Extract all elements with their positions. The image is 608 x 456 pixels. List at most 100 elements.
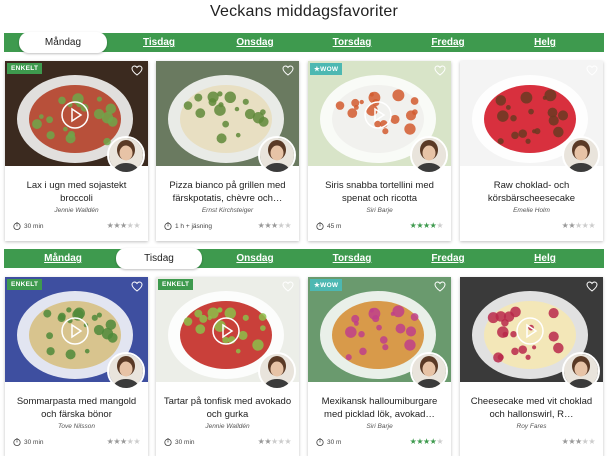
recipe-card[interactable]: Pizza bianco på grillen med färskpotatis… bbox=[156, 61, 299, 241]
star-icon: ★ bbox=[113, 437, 120, 446]
recipe-title[interactable]: Siris snabba tortellini med spenat och r… bbox=[314, 180, 445, 205]
star-icon: ★ bbox=[284, 221, 291, 230]
recipe-author: Emelie Holm bbox=[513, 207, 550, 214]
star-icon: ★ bbox=[588, 437, 595, 446]
star-icon: ★ bbox=[568, 221, 575, 230]
timer-icon bbox=[316, 438, 324, 446]
play-icon[interactable] bbox=[61, 317, 89, 345]
recipe-badge: ENKELT bbox=[7, 63, 43, 74]
recipe-title[interactable]: Cheesecake med vit choklad och hallonswi… bbox=[466, 396, 597, 421]
cooking-time: 30 m bbox=[316, 438, 341, 446]
cooking-time-label: 45 m bbox=[327, 222, 342, 230]
heart-icon[interactable] bbox=[586, 281, 598, 292]
star-icon: ★ bbox=[574, 221, 582, 230]
tab-helg[interactable]: Helg bbox=[502, 33, 588, 52]
tab-fredag[interactable]: Fredag bbox=[405, 33, 491, 52]
timer-icon bbox=[13, 438, 21, 446]
recipe-card[interactable]: ★WOW Siris snabba tortellini med spenat o… bbox=[308, 61, 451, 241]
recipe-badge: ★WOW bbox=[310, 279, 343, 291]
recipe-title[interactable]: Pizza bianco på grillen med färskpotatis… bbox=[162, 180, 293, 205]
author-avatar bbox=[107, 136, 145, 174]
badge-label: WOW bbox=[320, 282, 339, 289]
day-tabs: Måndag Tisdag Onsdag Torsdag Fredag Helg bbox=[4, 32, 604, 53]
tab-onsdag[interactable]: Onsdag bbox=[212, 249, 298, 268]
star-icon: ★ bbox=[270, 221, 278, 230]
cooking-time-label: 30 min bbox=[175, 438, 195, 446]
cooking-time-label: 30 m bbox=[327, 438, 342, 446]
star-icon: ★ bbox=[422, 221, 430, 230]
heart-icon[interactable] bbox=[586, 65, 598, 76]
rating-stars: ★★★★★ bbox=[107, 437, 141, 446]
star-icon: ★ bbox=[119, 437, 127, 446]
star-icon: ★ bbox=[133, 221, 140, 230]
heart-icon[interactable] bbox=[131, 281, 143, 292]
cooking-time: 30 min bbox=[164, 438, 195, 446]
badge-label: ENKELT bbox=[11, 65, 39, 72]
day-tabs: Måndag Tisdag Onsdag Torsdag Fredag Helg bbox=[4, 248, 604, 269]
star-icon: ★ bbox=[264, 221, 271, 230]
recipe-card[interactable]: ENKELT Lax i ugn med sojastekt broccoli Je… bbox=[5, 61, 148, 241]
rating-stars: ★★★★★ bbox=[258, 221, 292, 230]
tab-måndag[interactable]: Måndag bbox=[19, 32, 107, 53]
tab-måndag[interactable]: Måndag bbox=[19, 249, 107, 268]
tab-tisdag[interactable]: Tisdag bbox=[116, 248, 202, 269]
rating-stars: ★★★★★ bbox=[258, 437, 292, 446]
recipe-author: Jennie Walldén bbox=[54, 207, 99, 214]
recipe-title[interactable]: Mexikansk halloumiburgare med picklad lö… bbox=[314, 396, 445, 421]
star-icon: ★ bbox=[113, 221, 120, 230]
author-avatar bbox=[562, 136, 600, 174]
recipe-badge: ENKELT bbox=[158, 279, 194, 290]
heart-icon[interactable] bbox=[434, 65, 446, 76]
star-icon: ★ bbox=[264, 437, 271, 446]
recipe-card[interactable]: ★WOW Mexikansk halloumiburgare med pickla… bbox=[308, 277, 451, 456]
author-avatar bbox=[410, 352, 448, 390]
author-avatar bbox=[562, 352, 600, 390]
recipe-author: Siri Barje bbox=[366, 207, 393, 214]
recipe-author: Tove Nilsson bbox=[58, 423, 95, 430]
star-icon: ★ bbox=[436, 221, 443, 230]
recipe-title[interactable]: Sommarpasta med mangold och färska bönor bbox=[11, 396, 142, 421]
rating-stars: ★★★★★ bbox=[410, 437, 444, 446]
heart-icon[interactable] bbox=[434, 281, 446, 292]
cooking-time-label: 1 h + jäsning bbox=[175, 222, 213, 230]
recipe-card[interactable]: Cheesecake med vit choklad och hallonswi… bbox=[460, 277, 603, 456]
badge-label: ENKELT bbox=[11, 281, 39, 288]
recipe-card[interactable]: Raw choklad- och körsbärscheesecake Emeli… bbox=[460, 61, 603, 241]
play-icon[interactable] bbox=[516, 317, 544, 345]
cooking-time: 30 min bbox=[13, 222, 44, 230]
timer-icon bbox=[164, 438, 172, 446]
heart-icon[interactable] bbox=[282, 65, 294, 76]
recipe-title[interactable]: Tartar på tonfisk med avokado och gurka bbox=[162, 396, 293, 421]
heart-icon[interactable] bbox=[131, 65, 143, 76]
rating-stars: ★★★★★ bbox=[107, 221, 141, 230]
page-title: Veckans middagsfavoriter bbox=[209, 3, 398, 20]
recipe-author: Jennie Walldén bbox=[205, 423, 250, 430]
recipe-badge: ★WOW bbox=[310, 63, 343, 75]
rating-stars: ★★★★★ bbox=[562, 437, 596, 446]
star-icon: ★ bbox=[416, 221, 423, 230]
recipe-author: Roy Fares bbox=[516, 423, 547, 430]
tab-tisdag[interactable]: Tisdag bbox=[116, 33, 202, 52]
tab-fredag[interactable]: Fredag bbox=[405, 249, 491, 268]
tab-onsdag[interactable]: Onsdag bbox=[212, 33, 298, 52]
recipe-title[interactable]: Raw choklad- och körsbärscheesecake bbox=[466, 180, 597, 205]
badge-label: ENKELT bbox=[162, 281, 190, 288]
heart-icon[interactable] bbox=[282, 281, 294, 292]
cooking-time: 45 m bbox=[316, 222, 341, 230]
tab-torsdag[interactable]: Torsdag bbox=[309, 249, 395, 268]
author-avatar bbox=[410, 136, 448, 174]
star-icon: ★ bbox=[574, 437, 582, 446]
play-icon[interactable] bbox=[61, 101, 89, 129]
star-icon: ★ bbox=[568, 437, 575, 446]
recipe-card[interactable]: ENKELT Sommarpasta med mangold och färska… bbox=[5, 277, 148, 456]
tab-helg[interactable]: Helg bbox=[502, 249, 588, 268]
star-icon: ★ bbox=[416, 437, 423, 446]
recipe-author: Ernst Kirchsteiger bbox=[201, 207, 254, 214]
recipe-title[interactable]: Lax i ugn med sojastekt broccoli bbox=[11, 180, 142, 205]
star-icon: ★ bbox=[284, 437, 291, 446]
play-icon[interactable] bbox=[212, 317, 240, 345]
recipe-card[interactable]: ENKELT Tartar på tonfisk med avokado och … bbox=[156, 277, 299, 456]
tab-torsdag[interactable]: Torsdag bbox=[309, 33, 395, 52]
rating-stars: ★★★★★ bbox=[410, 221, 444, 230]
play-icon[interactable] bbox=[364, 101, 392, 129]
